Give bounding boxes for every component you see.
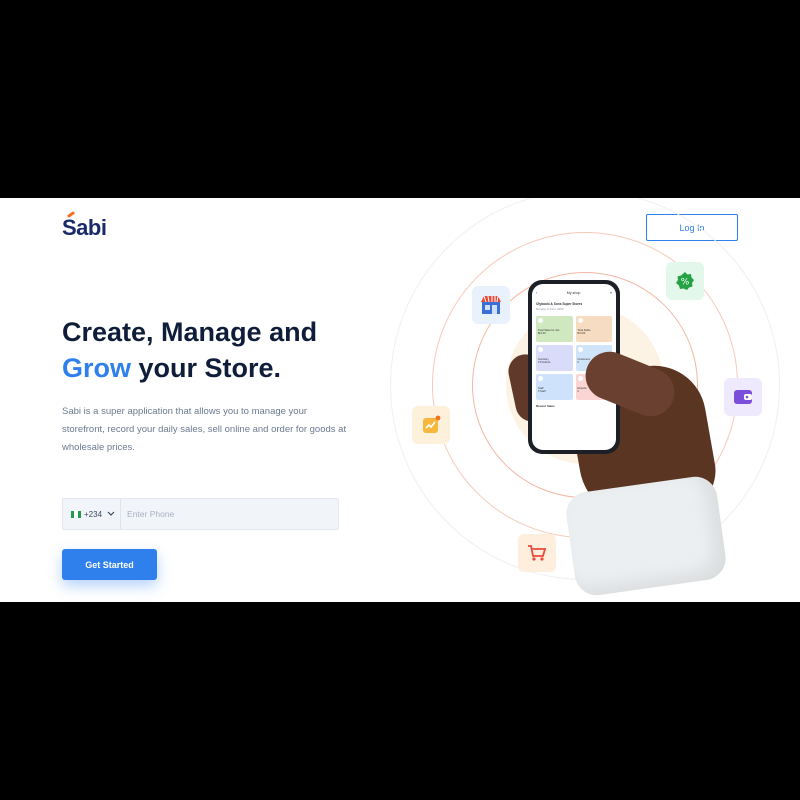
logo-text: Sabi: [62, 215, 107, 240]
store-name: Olybaolo & Sons Super Stores: [536, 302, 583, 306]
tile-icon: [538, 318, 543, 323]
store-icon: [472, 286, 510, 324]
tile-icon: [538, 376, 543, 381]
menu-icon: ≡: [609, 291, 612, 295]
headline-accent-word: Grow: [62, 353, 132, 383]
tile-icon: [538, 347, 543, 352]
tile-total-debts: Total Debts ₦ 0.00: [575, 316, 612, 342]
screen-title: My shop: [566, 291, 581, 295]
hero-illustration: % ‹ My shop ≡ Olybaolo & Sons Super Stor…: [380, 198, 800, 602]
country-code: +234: [84, 509, 103, 519]
phone-input[interactable]: [121, 509, 322, 519]
svg-text:%: %: [681, 278, 690, 288]
verified-badge-icon: %: [666, 262, 704, 300]
sabi-logo[interactable]: Sabi: [62, 210, 107, 241]
phone-field: +234: [62, 498, 339, 530]
tile-total-sales: Total Sales for Jan ₦ 0.00: [536, 316, 573, 342]
get-started-button[interactable]: Get Started: [62, 549, 157, 580]
store-date: Monday, 8 June, 2020: [536, 307, 564, 311]
tile-icon: [577, 376, 583, 381]
screen-header: ‹ My shop ≡: [536, 291, 612, 295]
country-code-select[interactable]: +234: [63, 499, 122, 529]
headline-line1: Create, Manage and: [62, 317, 318, 347]
tile-icon: [577, 318, 583, 323]
tile-staff: Staff 0 Staff: [536, 374, 573, 400]
shopping-cart-icon: [518, 534, 556, 572]
headline-rest: your Store.: [131, 353, 282, 383]
wallet-icon: [724, 378, 762, 416]
tile-icon: [577, 347, 583, 352]
growth-chart-icon: [412, 406, 450, 444]
hero-description: Sabi is a super application that allows …: [62, 406, 347, 453]
shirt-sleeve: [563, 473, 729, 599]
hero-headline: Create, Manage and Grow your Store.: [62, 314, 317, 386]
nigeria-flag-icon: [71, 510, 81, 518]
tile-inventory: Inventory 0 Products: [536, 345, 573, 371]
landing-page: Sabi Log In Create, Manage and Grow your…: [0, 198, 800, 602]
back-icon: ‹: [536, 291, 538, 295]
chevron-down-icon: [107, 511, 115, 516]
recent-sales-label: Recent Sales: [536, 404, 555, 408]
